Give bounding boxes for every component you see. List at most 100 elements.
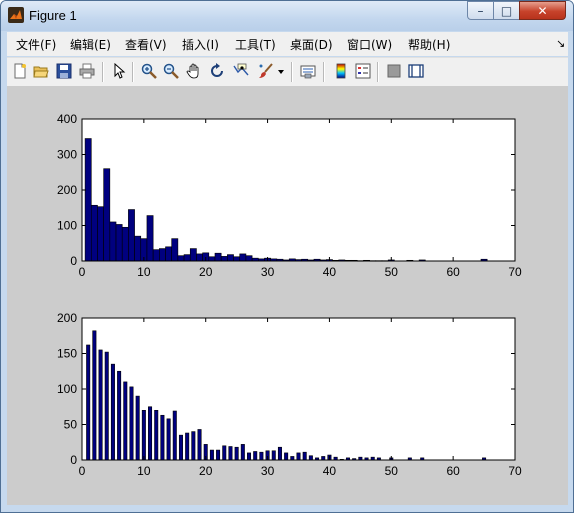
bar [216,449,221,461]
menu-desktop[interactable]: 桌面(D) [290,36,333,53]
bar [271,450,276,461]
bar [98,349,103,461]
figure-canvas: 0 10 20 30 40 50 60 70 0 100 200 300 400 0 10 20 30 40 50 6… [7,86,568,505]
bar [117,370,122,461]
x-tick-label: 70 [508,464,522,478]
bar [239,253,247,262]
x-tick-label: 30 [261,464,275,478]
bar [135,395,140,461]
colorbar-icon[interactable] [333,63,349,79]
save-icon[interactable] [56,63,72,79]
bar [240,444,245,461]
bar [208,256,216,262]
edit-plot-arrow-icon[interactable] [111,63,127,79]
rotate-3d-icon[interactable] [209,63,225,79]
bar [183,254,191,262]
x-tick-label: 40 [323,464,337,478]
x-tick-label: 10 [137,464,151,478]
bar [115,224,123,262]
brush-dropdown-icon[interactable] [277,63,285,79]
bar [97,206,104,262]
bar [86,344,91,461]
bar [121,226,129,262]
open-file-icon[interactable] [33,63,49,79]
figure-window: Figure 1 – □ ✕ 文件(F) 编辑(E) 查看(V) 插入(I) 工… [0,0,574,513]
bar [154,409,159,461]
dock-arrow-icon[interactable]: ↘ [556,37,565,50]
menu-tools[interactable]: 工具(T) [235,36,276,53]
bar [185,432,190,461]
menu-edit[interactable]: 编辑(E) [70,36,111,53]
toolbar-separator [132,62,134,82]
bar [209,449,214,461]
bar [84,138,92,262]
bar [227,254,234,262]
menu-view[interactable]: 查看(V) [125,36,167,53]
bar [228,446,233,461]
y-tick-label: 0 [70,453,77,467]
y-tick-label: 100 [57,382,77,396]
zoom-in-icon[interactable] [141,63,157,79]
bar [148,406,153,461]
pan-hand-icon[interactable] [186,63,202,79]
y-tick-label: 400 [57,112,77,126]
close-button[interactable]: ✕ [519,1,566,20]
bar [197,429,202,461]
bar [233,256,241,262]
toolbar-separator [102,62,104,82]
bar [134,235,142,262]
menu-insert[interactable]: 插入(I) [182,36,219,53]
bar [109,221,117,262]
bar [284,452,289,461]
toolbar-separator [291,62,293,82]
bar [296,452,301,461]
bar [160,414,165,461]
bar [178,434,183,461]
y-tick-label: 100 [57,219,77,233]
x-tick-label: 40 [323,265,337,279]
y-tick-label: 50 [64,418,78,432]
menu-file[interactable]: 文件(F) [16,36,56,53]
x-tick-label: 0 [79,265,86,279]
maximize-button[interactable]: □ [493,1,520,20]
title-bar[interactable]: Figure 1 – □ ✕ [1,1,573,31]
menu-window[interactable]: 窗口(W) [347,36,392,53]
y-tick-label: 0 [70,254,77,268]
bar [234,446,239,461]
bar [177,255,185,262]
zoom-out-icon[interactable] [163,63,179,79]
link-plot-icon[interactable] [300,63,316,79]
toolbar-separator [323,62,325,82]
print-icon[interactable] [79,63,95,79]
toolbar-separator [377,62,379,82]
bar [172,410,177,461]
brush-icon[interactable] [258,63,274,79]
bar [159,248,166,262]
menu-help[interactable]: 帮助(H) [408,36,450,53]
data-cursor-icon[interactable] [233,63,249,79]
x-tick-label: 70 [508,265,522,279]
y-tick-label: 150 [57,347,77,361]
bar [321,456,326,461]
axes-2-background [82,318,515,460]
new-figure-icon[interactable] [12,63,28,79]
y-tick-label: 200 [57,183,77,197]
x-tick-label: 60 [446,265,460,279]
bar [259,451,264,461]
legend-icon[interactable] [355,63,371,79]
bar [110,363,115,461]
plot-area: 0 10 20 30 40 50 60 70 0 100 200 300 400 0 10 20 30 40 50 6… [57,112,522,478]
minimize-button[interactable]: – [467,1,494,20]
bar [104,351,109,461]
show-plot-tools-icon[interactable] [408,63,424,79]
matlab-logo-icon [8,7,24,23]
x-tick-label: 0 [79,464,86,478]
bar [165,246,172,262]
bar [141,409,146,461]
hide-plot-tools-icon[interactable] [386,63,402,79]
y-tick-label: 200 [57,311,77,325]
x-tick-label: 20 [199,265,213,279]
window-title: Figure 1 [29,8,77,23]
bar [290,456,295,461]
y-tick-label: 300 [57,148,77,162]
